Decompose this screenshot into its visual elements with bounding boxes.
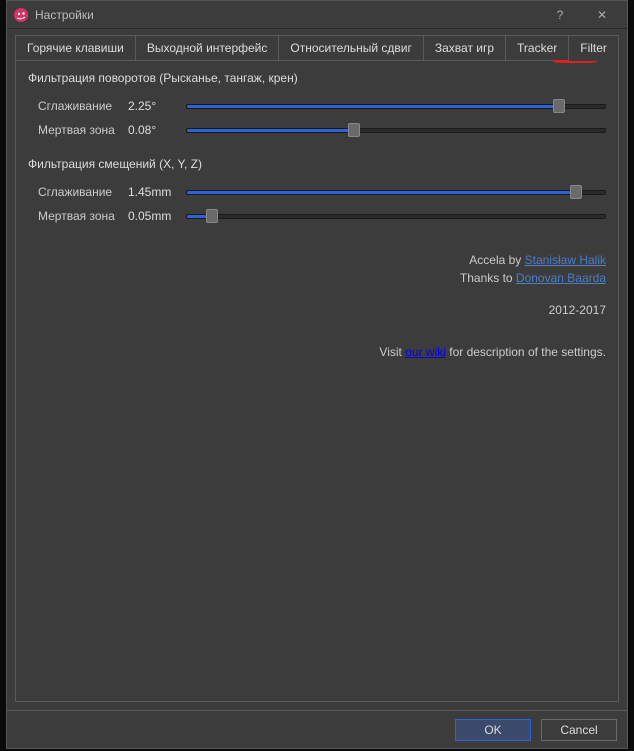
- rot-smoothing-row: Сглаживание 2.25°: [28, 95, 606, 117]
- cancel-button[interactable]: Cancel: [541, 719, 617, 741]
- titlebar: Настройки ? ✕: [7, 1, 627, 29]
- rot-smoothing-slider[interactable]: [186, 97, 606, 115]
- tab-hotkeys[interactable]: Горячие клавиши: [15, 35, 136, 60]
- pos-deadzone-label: Мертвая зона: [38, 209, 128, 223]
- app-icon: [13, 7, 29, 23]
- pos-smoothing-value: 1.45mm: [128, 185, 186, 199]
- accela-by-text: Accela by: [469, 253, 524, 267]
- position-group-label: Фильтрация смещений (X, Y, Z): [28, 157, 606, 171]
- content-area: Горячие клавиши Выходной интерфейс Относ…: [7, 29, 627, 710]
- author1-link[interactable]: Stanisław Halik: [525, 253, 606, 267]
- thanks-to-text: Thanks to: [460, 271, 516, 285]
- author2-link[interactable]: Donovan Baarda: [516, 271, 606, 285]
- tab-output[interactable]: Выходной интерфейс: [135, 35, 280, 60]
- pos-deadzone-value: 0.05mm: [128, 209, 186, 223]
- tab-capture[interactable]: Захват игр: [423, 35, 506, 60]
- pos-smoothing-row: Сглаживание 1.45mm: [28, 181, 606, 203]
- close-button[interactable]: ✕: [581, 2, 623, 28]
- tab-tracker[interactable]: Tracker: [505, 35, 569, 60]
- rot-deadzone-row: Мертвая зона 0.08°: [28, 119, 606, 141]
- tab-filter-page: Фильтрация поворотов (Рысканье, тангаж, …: [15, 60, 619, 702]
- rot-smoothing-label: Сглаживание: [38, 99, 128, 113]
- ok-button[interactable]: OK: [455, 719, 531, 741]
- visit-text: Visit: [379, 345, 405, 359]
- tab-relative[interactable]: Относительный сдвиг: [278, 35, 423, 60]
- rot-deadzone-slider[interactable]: [186, 121, 606, 139]
- dialog-footer: OK Cancel: [7, 710, 627, 748]
- tabbar: Горячие клавиши Выходной интерфейс Относ…: [15, 35, 619, 60]
- wiki-link[interactable]: our wiki: [405, 345, 446, 359]
- rot-smoothing-value: 2.25°: [128, 99, 186, 113]
- credits: Accela by Stanisław Halik Thanks to Dono…: [28, 251, 606, 319]
- rot-deadzone-label: Мертвая зона: [38, 123, 128, 137]
- rot-deadzone-value: 0.08°: [128, 123, 186, 137]
- pos-deadzone-slider[interactable]: [186, 207, 606, 225]
- pos-smoothing-label: Сглаживание: [38, 185, 128, 199]
- wiki-line: Visit our wiki for description of the se…: [28, 345, 606, 359]
- pos-smoothing-slider[interactable]: [186, 183, 606, 201]
- help-button[interactable]: ?: [539, 2, 581, 28]
- tab-filter[interactable]: Filter: [568, 35, 619, 60]
- pos-deadzone-row: Мертвая зона 0.05mm: [28, 205, 606, 227]
- wiki-rest-text: for description of the settings.: [446, 345, 606, 359]
- window-title: Настройки: [35, 8, 539, 22]
- years-text: 2012-2017: [28, 301, 606, 319]
- rotation-group-label: Фильтрация поворотов (Рысканье, тангаж, …: [28, 71, 606, 85]
- settings-dialog: Настройки ? ✕ Горячие клавиши Выходной и…: [6, 0, 628, 749]
